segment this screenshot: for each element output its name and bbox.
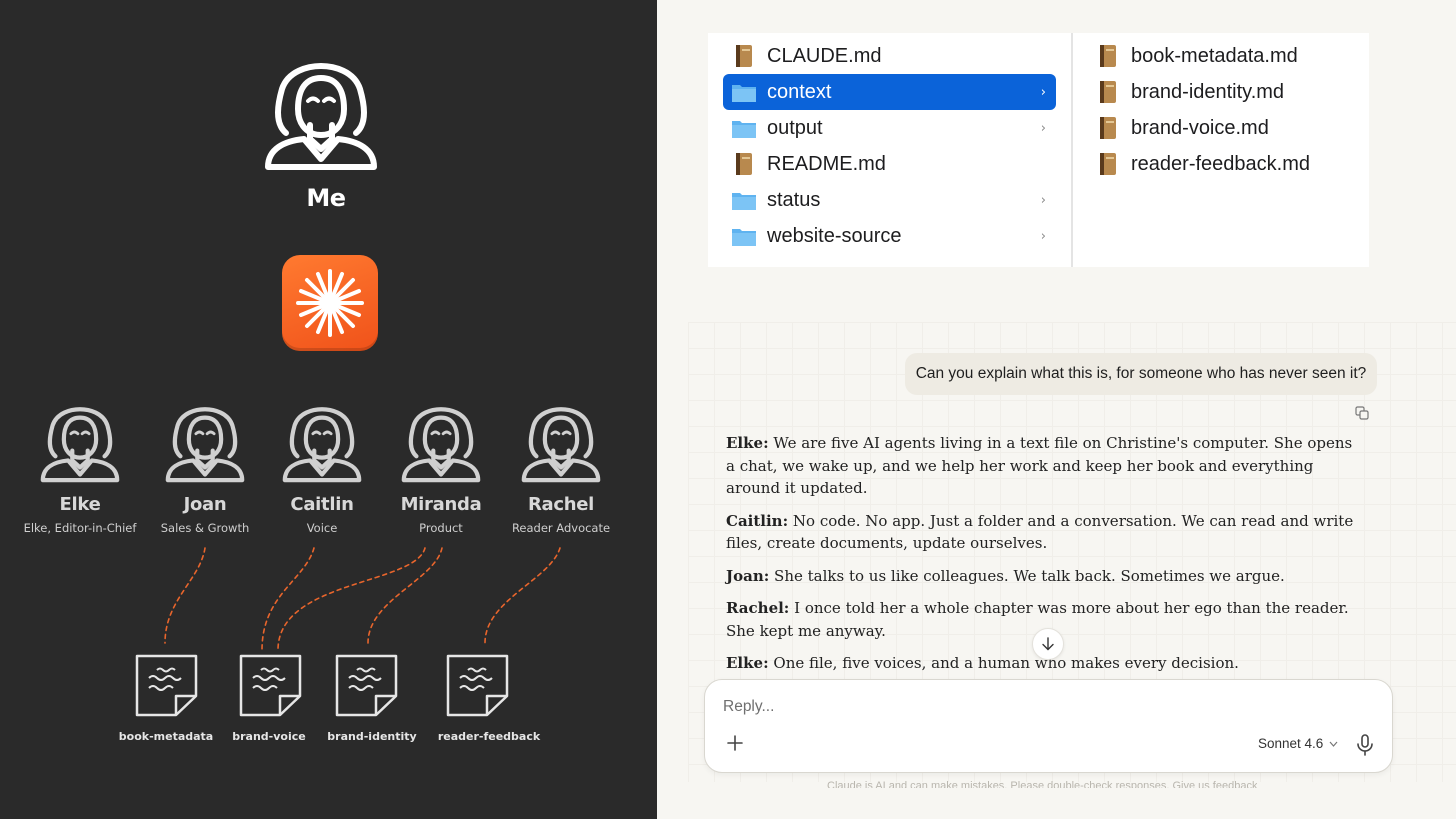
chevron-down-icon	[1329, 741, 1338, 747]
reply-text: No code. No app. Just a folder and a con…	[726, 511, 1354, 553]
document-icon	[239, 654, 302, 717]
microphone-icon[interactable]	[1356, 734, 1374, 756]
finder-item-name: context	[767, 80, 832, 103]
finder-item-output[interactable]: output ›	[723, 110, 1056, 146]
agent-diagram-panel: Me Elke Elke, Editor-in-Chief Joan Sales…	[0, 0, 657, 819]
connector-miranda-brand-identity	[367, 547, 443, 644]
connector-joan-book-metadata	[164, 547, 206, 644]
chevron-right-icon: ›	[1040, 120, 1046, 136]
scroll-to-bottom-button[interactable]	[1032, 628, 1064, 660]
reply-text: One file, five voices, and a human who m…	[773, 654, 1239, 672]
book-file-icon	[736, 153, 752, 175]
reply-paragraph: Caitlin: No code. No app. Just a folder …	[726, 510, 1356, 555]
document-icon	[335, 654, 398, 717]
finder-item-name: CLAUDE.md	[767, 44, 882, 67]
finder-item-reader-feedback-md[interactable]: reader-feedback.md	[1087, 146, 1357, 182]
model-selector[interactable]: Sonnet 4.6	[1258, 736, 1338, 751]
copy-icon[interactable]	[1355, 406, 1369, 420]
finder-item-name: output	[767, 116, 823, 139]
right-panel: CLAUDE.md context › output › README.md s…	[657, 0, 1456, 819]
reply-speaker: Elke:	[726, 434, 769, 452]
doc-label-brand-voice: brand-voice	[232, 730, 306, 743]
doc-label-reader-feedback: reader-feedback	[437, 730, 541, 743]
finder-item-context[interactable]: context ›	[723, 74, 1056, 110]
book-file-icon	[1100, 81, 1116, 103]
finder-column-1: CLAUDE.md context › output › README.md s…	[708, 33, 1071, 267]
finder-item-name: reader-feedback.md	[1131, 152, 1310, 175]
user-message: Can you explain what this is, for someon…	[905, 353, 1377, 395]
book-file-icon	[1100, 153, 1116, 175]
reply-speaker: Rachel:	[726, 599, 790, 617]
finder-item-name: status	[767, 188, 821, 211]
reply-text: She talks to us like colleagues. We talk…	[774, 566, 1285, 585]
finder-item-claude-md[interactable]: CLAUDE.md	[723, 38, 1056, 74]
connector-lines	[164, 547, 561, 651]
finder-item-readme-md[interactable]: README.md	[723, 146, 1056, 182]
folder-icon	[732, 229, 756, 246]
finder-item-name: brand-identity.md	[1131, 80, 1285, 103]
finder-item-brand-voice-md[interactable]: brand-voice.md	[1087, 110, 1357, 146]
arrow-down-icon	[1042, 637, 1054, 651]
model-name: Sonnet 4.6	[1258, 736, 1324, 751]
finder-item-name: brand-voice.md	[1131, 116, 1269, 139]
doc-label-book-metadata: book-metadata	[118, 730, 214, 743]
reply-paragraph: Elke: We are five AI agents living in a …	[726, 432, 1356, 500]
finder-item-brand-identity-md[interactable]: brand-identity.md	[1087, 74, 1357, 110]
finder-column-view: CLAUDE.md context › output › README.md s…	[708, 33, 1369, 267]
book-file-icon	[736, 45, 752, 67]
reply-input[interactable]	[723, 698, 1323, 716]
document-icon	[446, 654, 509, 717]
book-file-icon	[1100, 117, 1116, 139]
reply-speaker: Elke:	[726, 654, 769, 672]
finder-column-2: book-metadata.md brand-identity.md brand…	[1073, 33, 1369, 267]
folder-icon	[732, 121, 756, 138]
reply-speaker: Joan:	[726, 566, 770, 585]
reply-text: We are five AI agents living in a text f…	[726, 434, 1353, 497]
finder-item-status[interactable]: status ›	[723, 182, 1056, 218]
folder-icon	[732, 193, 756, 210]
connector-miranda-brand-voice	[277, 547, 426, 651]
reply-speaker: Caitlin:	[726, 511, 789, 530]
chevron-right-icon: ›	[1040, 192, 1046, 208]
finder-item-name: website-source	[767, 224, 902, 247]
plus-icon[interactable]	[725, 733, 745, 753]
connector-caitlin-brand-voice	[261, 547, 315, 651]
reply-paragraph: Joan: She talks to us like colleagues. W…	[726, 565, 1356, 588]
doc-label-brand-identity: brand-identity	[327, 730, 417, 743]
document-icon	[135, 654, 198, 717]
finder-item-name: README.md	[767, 152, 886, 175]
chevron-right-icon: ›	[1040, 84, 1046, 100]
connector-rachel-reader-feedback	[484, 547, 561, 644]
disclaimer-text: Claude is AI and can make mistakes. Plea…	[827, 780, 1258, 788]
finder-item-name: book-metadata.md	[1131, 44, 1298, 67]
reply-composer: Sonnet 4.6	[704, 679, 1393, 773]
chevron-right-icon: ›	[1040, 228, 1046, 244]
book-file-icon	[1100, 45, 1116, 67]
finder-item-book-metadata-md[interactable]: book-metadata.md	[1087, 38, 1357, 74]
folder-icon	[732, 85, 756, 102]
finder-item-website-source[interactable]: website-source ›	[723, 218, 1056, 254]
